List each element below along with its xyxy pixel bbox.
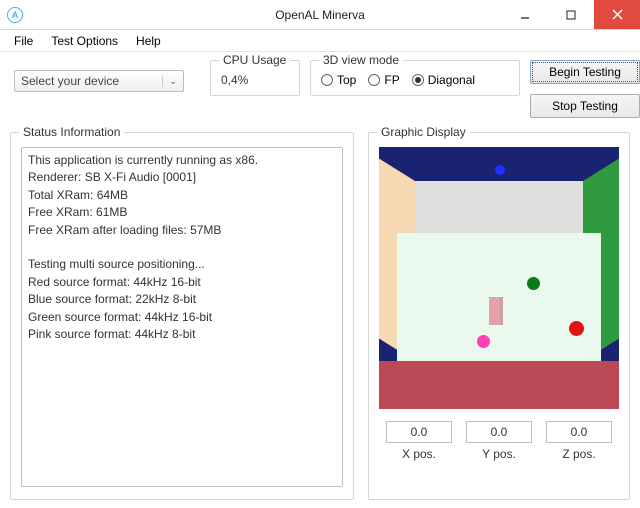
button-label: Begin Testing xyxy=(549,65,621,79)
radio-icon xyxy=(368,74,380,86)
status-text[interactable]: This application is currently running as… xyxy=(21,147,343,487)
green-source-sphere xyxy=(527,277,540,290)
y-position-cell: 0.0 Y pos. xyxy=(466,421,532,461)
device-select[interactable]: Select your device ⌄ xyxy=(14,70,184,92)
graphic-legend: Graphic Display xyxy=(377,125,470,139)
ground-strip xyxy=(379,361,619,409)
x-position-cell: 0.0 X pos. xyxy=(386,421,452,461)
red-source-sphere xyxy=(569,321,584,336)
view-mode-legend: 3D view mode xyxy=(319,53,403,67)
begin-testing-button[interactable]: Begin Testing xyxy=(530,60,640,84)
minimize-button[interactable] xyxy=(502,0,548,29)
graphic-display-group: Graphic Display 0.0 X pos. 0.0 xyxy=(368,132,630,500)
device-select-text: Select your device xyxy=(21,74,119,88)
view-mode-diagonal-radio[interactable]: Diagonal xyxy=(412,73,475,87)
radio-label: Top xyxy=(337,73,356,87)
status-legend: Status Information xyxy=(19,125,124,139)
radio-icon xyxy=(412,74,424,86)
radio-label: FP xyxy=(384,73,399,87)
z-position-label: Z pos. xyxy=(546,447,612,461)
radio-label: Diagonal xyxy=(428,73,475,87)
menu-test-options[interactable]: Test Options xyxy=(43,32,126,50)
maximize-button[interactable] xyxy=(548,0,594,29)
menu-file[interactable]: File xyxy=(6,32,41,50)
y-position-label: Y pos. xyxy=(466,447,532,461)
z-position-value: 0.0 xyxy=(546,421,612,443)
chevron-down-icon: ⌄ xyxy=(162,76,177,87)
z-position-cell: 0.0 Z pos. xyxy=(546,421,612,461)
back-wall xyxy=(397,181,601,233)
position-row: 0.0 X pos. 0.0 Y pos. 0.0 Z pos. xyxy=(379,421,619,461)
x-position-label: X pos. xyxy=(386,447,452,461)
menu-help[interactable]: Help xyxy=(128,32,169,50)
button-label: Stop Testing xyxy=(552,99,618,113)
close-button[interactable] xyxy=(594,0,640,29)
listener-marker xyxy=(489,297,503,325)
view-mode-top-radio[interactable]: Top xyxy=(321,73,356,87)
status-information-group: Status Information This application is c… xyxy=(10,132,354,500)
device-select-wrap: Select your device ⌄ xyxy=(10,60,200,102)
window-titlebar: A OpenAL Minerva xyxy=(0,0,640,30)
view-mode-fp-radio[interactable]: FP xyxy=(368,73,399,87)
y-position-value: 0.0 xyxy=(466,421,532,443)
pink-source-sphere xyxy=(477,335,490,348)
x-position-value: 0.0 xyxy=(386,421,452,443)
menubar: File Test Options Help xyxy=(0,30,640,52)
app-icon: A xyxy=(7,7,23,23)
graphic-canvas xyxy=(379,147,619,409)
stop-testing-button[interactable]: Stop Testing xyxy=(530,94,640,118)
cpu-usage-value: 0,4% xyxy=(221,73,289,87)
cpu-usage-legend: CPU Usage xyxy=(219,53,290,67)
radio-icon xyxy=(321,74,333,86)
cpu-usage-group: CPU Usage 0,4% xyxy=(210,60,300,96)
blue-source-sphere xyxy=(495,165,505,175)
view-mode-group: 3D view mode Top FP Diagonal xyxy=(310,60,520,96)
